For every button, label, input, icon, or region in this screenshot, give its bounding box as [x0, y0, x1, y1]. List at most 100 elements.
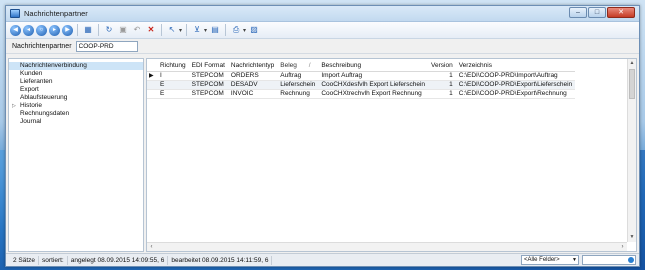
table-cell[interactable]: Lieferschein [277, 80, 318, 89]
delete-icon[interactable]: ✕ [145, 24, 157, 36]
column-header-version[interactable]: Version [428, 61, 456, 72]
report-icon[interactable]: ▤ [209, 24, 221, 36]
table-cell[interactable]: 1 [428, 71, 456, 80]
sidebar-item-nachrichtenverbindung[interactable]: Nachrichtenverbindung [9, 62, 143, 70]
sort-indicator-icon: / [308, 62, 311, 70]
title-bar: Nachrichtenpartner – □ ✕ [6, 6, 639, 22]
partner-label: Nachrichtenpartner [12, 42, 72, 50]
sidebar-item-label: Historie [20, 102, 43, 109]
table-row[interactable]: E STEPCOM DESADV Lieferschein CooCHXdesf… [147, 80, 576, 89]
column-header-verzeichnis[interactable]: Verzeichnis [455, 61, 576, 72]
table-row[interactable]: E STEPCOM INVOIC Rechnung CooCHXtrechvlh… [147, 89, 576, 98]
row-indicator [147, 80, 157, 89]
record-count: 2 Sätze [10, 255, 40, 265]
fields-select-value: <Alle Felder> [524, 257, 560, 263]
minimize-button[interactable]: – [569, 7, 587, 18]
table-cell[interactable]: INVOIC [228, 89, 277, 98]
row-indicator [147, 89, 157, 98]
last-record-icon[interactable]: ▶ [62, 24, 73, 36]
scroll-left-icon[interactable]: ‹ [147, 243, 156, 252]
scroll-right-icon[interactable]: › [618, 243, 627, 252]
previous-record-icon[interactable]: ◂ [23, 24, 34, 36]
partner-row: Nachrichtenpartner [6, 39, 639, 54]
close-button[interactable]: ✕ [607, 7, 635, 18]
table-cell[interactable]: 1 [428, 80, 456, 89]
refresh-icon[interactable]: ↻ [103, 24, 115, 36]
maximize-button[interactable]: □ [588, 7, 606, 18]
column-header-edi-format[interactable]: EDI Format [188, 61, 228, 72]
sidebar: Nachrichtenverbindung Kunden Lieferanten… [8, 58, 144, 252]
table-cell[interactable]: C:\EDI\COOP-PRD\Export\Lieferschein [456, 80, 575, 89]
sidebar-item-kunden[interactable]: Kunden [9, 70, 143, 78]
table-cell[interactable]: STEPCOM [189, 89, 228, 98]
filter-dropdown-icon[interactable]: ▾ [204, 27, 207, 34]
table-cell[interactable]: Import Auftrag [318, 71, 428, 80]
toolbar-separator [225, 24, 227, 36]
toolbar-separator [186, 24, 188, 36]
table-cell[interactable]: ORDERS [228, 71, 277, 80]
grid-view-icon[interactable]: ▦ [82, 24, 94, 36]
print-dropdown-icon[interactable]: ▾ [243, 27, 246, 34]
chevron-down-icon[interactable]: ▼ [572, 256, 577, 264]
next-record-icon[interactable]: ▸ [49, 24, 60, 36]
content-area: Nachrichtenverbindung Kunden Lieferanten… [6, 56, 639, 253]
print-icon[interactable]: ⎙ [230, 24, 242, 36]
edited-info: bearbeitet 08.09.2015 14:11:59, 6 [168, 255, 273, 265]
horizontal-scrollbar[interactable]: ‹ › [147, 242, 627, 251]
table-row[interactable]: ▶ I STEPCOM ORDERS Auftrag Import Auftra… [147, 71, 576, 80]
table-cell[interactable]: CooCHXtrechvlh Export Rechnung [318, 89, 428, 98]
toolbar-separator [98, 24, 99, 36]
table-cell[interactable]: Auftrag [277, 71, 318, 80]
sidebar-item-historie[interactable]: ▷ Historie [9, 102, 143, 110]
toolbar-separator [161, 24, 162, 36]
export-icon[interactable]: ▨ [248, 24, 260, 36]
column-header-label: Beleg [280, 62, 297, 70]
save-icon[interactable]: ▣ [117, 24, 129, 36]
column-header-richtung[interactable]: Richtung [157, 61, 189, 72]
grid-table: Richtung EDI Format Nachrichtentyp Beleg… [147, 61, 576, 99]
first-record-icon[interactable]: ◀ [10, 24, 21, 36]
filter-icon[interactable]: ⊻ [191, 24, 203, 36]
scroll-up-icon[interactable]: ▲ [628, 59, 636, 68]
table-cell[interactable]: C:\EDI\COOP-PRD\Import\Auftrag [456, 71, 575, 80]
table-cell[interactable]: CooCHXdesfvlh Export Lieferschein [318, 80, 428, 89]
table-cell[interactable]: STEPCOM [189, 71, 228, 80]
main-window: Nachrichtenpartner – □ ✕ ◀ ◂ ○ ▸ ▶ ▦ ↻ ▣… [5, 5, 640, 267]
toolbar: ◀ ◂ ○ ▸ ▶ ▦ ↻ ▣ ↶ ✕ ↖ ▾ ⊻ ▾ ▤ ⎙ ▾ ▨ [6, 22, 639, 39]
sidebar-item-lieferanten[interactable]: Lieferanten [9, 78, 143, 86]
sidebar-item-export[interactable]: Export [9, 86, 143, 94]
table-cell[interactable]: E [157, 89, 189, 98]
stop-icon[interactable]: ○ [36, 24, 47, 36]
window-title: Nachrichtenpartner [24, 9, 88, 18]
vertical-scrollbar[interactable]: ▲ ▼ [627, 59, 636, 242]
toolbar-separator [77, 24, 78, 36]
column-header-nachrichtentyp[interactable]: Nachrichtentyp [227, 61, 278, 72]
row-indicator-header [147, 61, 157, 72]
partner-input[interactable] [75, 40, 138, 52]
table-cell[interactable]: E [157, 80, 189, 89]
current-row-arrow-icon: ▶ [149, 72, 154, 79]
column-header-beleg[interactable]: Beleg / [277, 61, 319, 72]
table-cell[interactable]: Rechnung [277, 89, 318, 98]
quick-filter-input[interactable] [582, 255, 636, 265]
expand-chevron-icon[interactable]: ▷ [12, 102, 16, 110]
created-info: angelegt 08.09.2015 14:09:55, 6 [68, 255, 169, 265]
table-cell[interactable]: DESADV [228, 80, 277, 89]
sidebar-item-journal[interactable]: Journal [9, 118, 143, 126]
scroll-down-icon[interactable]: ▼ [628, 233, 636, 242]
sidebar-item-rechnungsdaten[interactable]: Rechnungsdaten [9, 110, 143, 118]
table-cell[interactable]: STEPCOM [189, 80, 228, 89]
pointer-dropdown-icon[interactable]: ▾ [179, 27, 182, 34]
app-icon [10, 9, 20, 18]
column-header-beschreibung[interactable]: Beschreibung [318, 61, 429, 72]
sort-status: sortiert: [39, 255, 68, 265]
undo-icon[interactable]: ↶ [131, 24, 143, 36]
pointer-tool-icon[interactable]: ↖ [166, 24, 178, 36]
search-icon[interactable] [628, 257, 634, 263]
table-cell[interactable]: 1 [428, 89, 456, 98]
sidebar-item-ablaufsteuerung[interactable]: Ablaufsteuerung [9, 94, 143, 102]
fields-select[interactable]: <Alle Felder> ▼ [521, 255, 579, 265]
table-cell[interactable]: C:\EDI\COOP-PRD\Export\Rechnung [456, 89, 575, 98]
scroll-thumb[interactable] [629, 69, 635, 99]
table-cell[interactable]: I [157, 71, 189, 80]
